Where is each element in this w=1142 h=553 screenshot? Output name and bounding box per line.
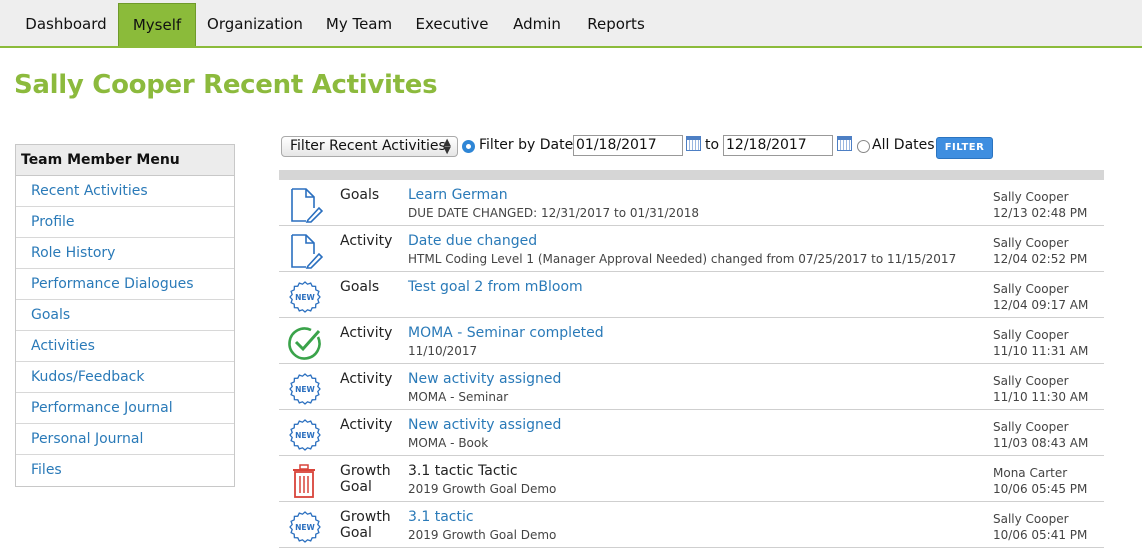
to-label: to [705,137,720,153]
sidebar-item-goals[interactable]: Goals [16,300,234,331]
activity-timestamp: 11/10 11:31 AM [993,344,1089,358]
activity-type: Growth Goal [340,463,391,495]
from-date-input[interactable]: 01/18/2017 [573,135,683,156]
activity-detail: MOMA - Book [408,436,489,450]
activity-type: Activity [340,233,393,249]
activity-timestamp: 10/06 05:45 PM [993,482,1088,496]
activity-detail: 2019 Growth Goal Demo [408,482,557,496]
activity-title: 3.1 tactic Tactic [408,463,518,479]
top-nav: Dashboard Myself Organization My Team Ex… [0,0,1142,48]
activity-row: Growth Goal 3.1 tactic Tactic 2019 Growth … [279,456,1104,502]
svg-text:NEW: NEW [295,523,315,532]
filter-button[interactable]: FILTER [936,137,993,159]
all-dates-radio[interactable] [857,140,870,153]
all-dates-label: All Dates [872,137,935,153]
filter-bar: Filter Recent Activities ▲ ▼ Filter by Da… [281,135,1001,159]
activity-title-link[interactable]: Learn German [408,187,508,203]
sidebar-item-performance-journal[interactable]: Performance Journal [16,393,234,424]
activity-author: Sally Cooper [993,420,1069,434]
activity-row: Activity MOMA - Seminar completed 11/10/20… [279,318,1104,364]
new-badge-icon: NEW [287,371,323,407]
svg-text:NEW: NEW [295,385,315,394]
activity-detail: MOMA - Seminar [408,390,509,404]
tab-myself[interactable]: Myself [118,3,196,46]
activity-detail: 2019 Growth Goal Demo [408,528,557,542]
activity-author: Sally Cooper [993,236,1069,250]
activity-filter-value: Filter Recent Activities [290,138,446,154]
svg-text:NEW: NEW [295,431,315,440]
select-arrows-icon: ▲ ▼ [443,137,451,156]
tab-admin[interactable]: Admin [500,3,574,46]
activity-timestamp: 10/06 05:41 PM [993,528,1088,542]
from-calendar-icon[interactable] [686,136,701,151]
activity-type: Goals [340,187,380,203]
sidebar-item-performance-dialogues[interactable]: Performance Dialogues [16,269,234,300]
activity-author: Mona Carter [993,466,1068,480]
activity-filter-select[interactable]: Filter Recent Activities ▲ ▼ [281,136,458,157]
activity-row: Activity Date due changed HTML Coding Leve… [279,226,1104,272]
svg-text:NEW: NEW [295,293,315,302]
activity-timestamp: 12/04 02:52 PM [993,252,1088,266]
activity-type: Activity [340,371,393,387]
activity-timestamp: 11/10 11:30 AM [993,390,1089,404]
sidebar-item-kudos-feedback[interactable]: Kudos/Feedback [16,362,234,393]
tab-dashboard[interactable]: Dashboard [14,3,118,46]
activity-type: Goals [340,279,380,295]
activity-detail: HTML Coding Level 1 (Manager Approval Ne… [408,252,957,266]
activity-title-link[interactable]: 3.1 tactic [408,509,474,525]
activity-list: Goals Learn German DUE DATE CHANGED: 12/31… [279,170,1104,548]
activity-detail: 11/10/2017 [408,344,478,358]
sidebar-item-role-history[interactable]: Role History [16,238,234,269]
document-edit-icon [287,233,324,269]
activity-title-link[interactable]: Test goal 2 from mBloom [408,279,583,295]
activity-author: Sally Cooper [993,328,1069,342]
activity-timestamp: 12/13 02:48 PM [993,206,1088,220]
activity-title-link[interactable]: Date due changed [408,233,537,249]
activity-title-link[interactable]: New activity assigned [408,417,561,433]
activity-title-link[interactable]: MOMA - Seminar completed [408,325,604,341]
sidebar-item-recent-activities[interactable]: Recent Activities [16,176,234,207]
new-badge-icon: NEW [287,509,323,545]
tab-organization[interactable]: Organization [196,3,314,46]
sidebar-heading: Team Member Menu [16,145,234,176]
activity-type: Activity [340,325,393,341]
sidebar-item-personal-journal[interactable]: Personal Journal [16,424,234,455]
activity-timestamp: 12/04 09:17 AM [993,298,1089,312]
sidebar-item-profile[interactable]: Profile [16,207,234,238]
to-date-input[interactable]: 12/18/2017 [723,135,833,156]
new-badge-icon: NEW [287,417,323,453]
activity-row: NEW Activity New activity assigned MOMA - … [279,410,1104,456]
to-calendar-icon[interactable] [837,136,852,151]
activity-timestamp: 11/03 08:43 AM [993,436,1089,450]
filter-by-date-radio[interactable] [462,140,475,153]
activity-row: NEW Growth Goal 3.1 tactic 2019 Growth Goa… [279,502,1104,548]
activity-author: Sally Cooper [993,190,1069,204]
activity-type: Growth Goal [340,509,391,541]
activity-title-link[interactable]: New activity assigned [408,371,561,387]
sidebar-item-files[interactable]: Files [16,455,234,486]
trash-icon [287,463,323,499]
tab-executive[interactable]: Executive [404,3,500,46]
activity-type: Activity [340,417,393,433]
tab-my-team[interactable]: My Team [314,3,404,46]
check-circle-icon [287,325,323,361]
activity-row: Goals Learn German DUE DATE CHANGED: 12/31… [279,180,1104,226]
page-title: Sally Cooper Recent Activites [14,70,438,100]
activity-author: Sally Cooper [993,282,1069,296]
new-badge-icon: NEW [287,279,323,315]
filter-by-date-label: Filter by Date: [479,137,578,153]
tab-reports[interactable]: Reports [574,3,658,46]
activity-detail: DUE DATE CHANGED: 12/31/2017 to 01/31/20… [408,206,700,220]
activity-author: Sally Cooper [993,374,1069,388]
sidebar-item-activities[interactable]: Activities [16,331,234,362]
activity-author: Sally Cooper [993,512,1069,526]
team-member-menu: Team Member Menu Recent Activities Profi… [15,144,235,487]
activity-row: NEW Activity New activity assigned MOMA - … [279,364,1104,410]
list-header-bar [279,170,1104,180]
document-edit-icon [287,187,324,223]
activity-row: NEW Goals Test goal 2 from mBloom Sally Co… [279,272,1104,318]
